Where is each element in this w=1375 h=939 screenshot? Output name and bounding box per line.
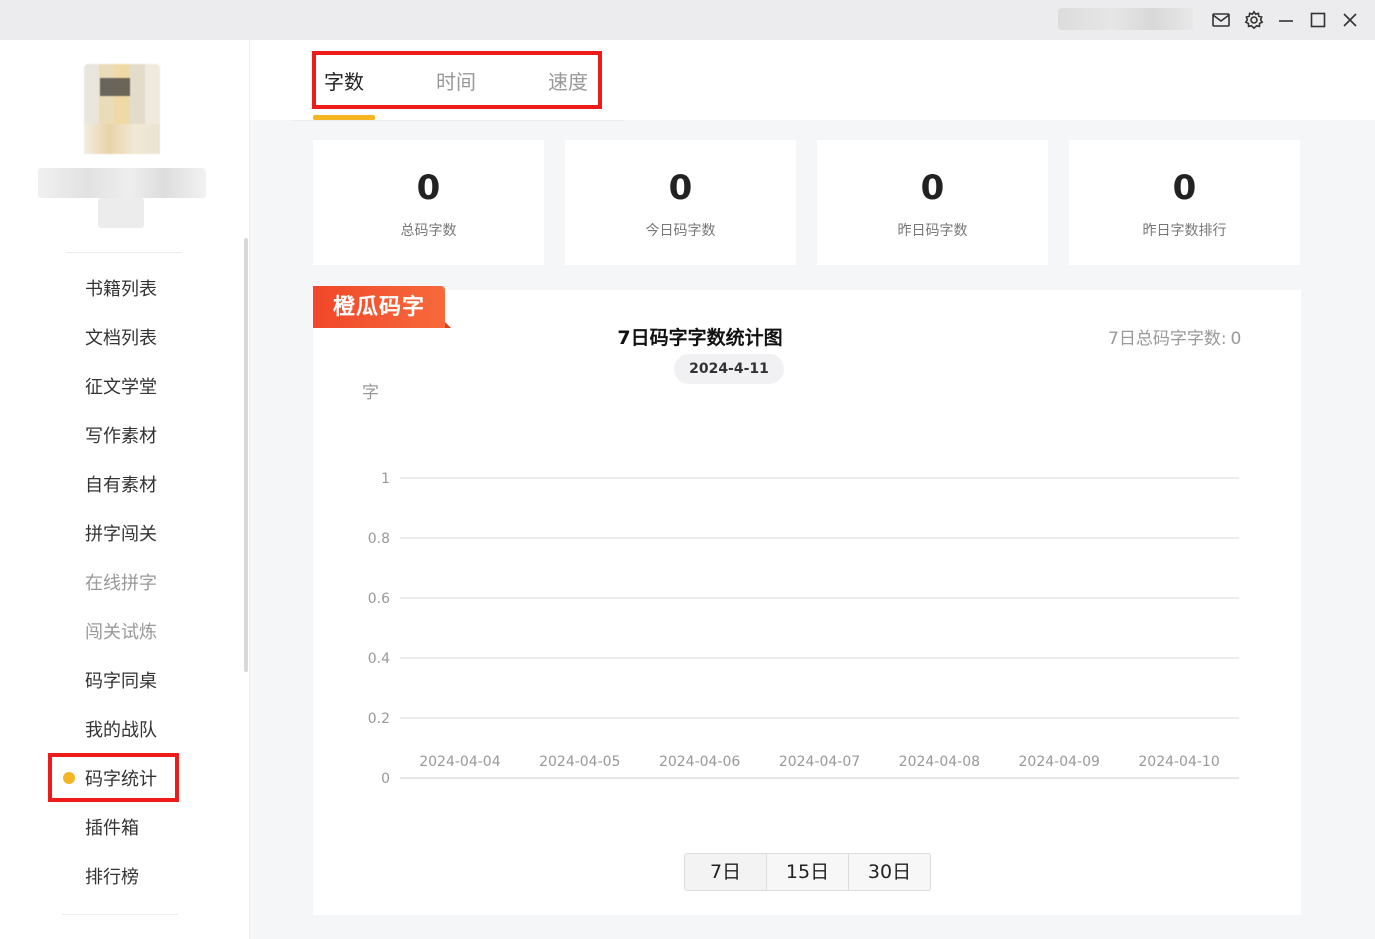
x-tick-label: 2024-04-04 <box>419 754 500 770</box>
sidebar-item-trial[interactable]: 闯关试炼 <box>85 618 157 648</box>
close-icon[interactable] <box>1338 8 1362 32</box>
x-tick-label: 2024-04-07 <box>779 754 860 770</box>
active-tab-underline <box>313 115 375 120</box>
stat-card-yesterday: 0 昨日码字数 <box>817 140 1048 265</box>
highlight-box-tabs <box>312 51 602 109</box>
sidebar-divider <box>66 252 182 253</box>
seven-day-total: 7日总码字字数: 0 <box>1108 324 1241 349</box>
sidebar-item-writing-material[interactable]: 写作素材 <box>85 422 157 452</box>
stat-card-today: 0 今日码字数 <box>565 140 796 265</box>
sidebar-item-leaderboard[interactable]: 排行榜 <box>85 863 139 893</box>
line-chart: 0 0.2 0.4 0.6 0.8 1 2024-04-04 2024-04-05 2024-0… <box>368 471 1239 787</box>
x-tick-label: 2024-04-09 <box>1019 754 1100 770</box>
stat-label: 昨日字数排行 <box>1142 223 1227 239</box>
sidebar-item-doc-list[interactable]: 文档列表 <box>85 324 157 354</box>
sidebar-scrollbar[interactable] <box>244 238 248 672</box>
stat-label: 总码字数 <box>400 223 457 239</box>
stat-value: 0 <box>1172 168 1197 208</box>
blurred-profile-extra <box>98 198 144 228</box>
sidebar-item-online-typing[interactable]: 在线拼字 <box>85 569 157 599</box>
x-tick-label: 2024-04-06 <box>659 754 740 770</box>
date-pill[interactable]: 2024-4-11 <box>674 354 784 384</box>
y-tick-label: 0.8 <box>368 531 390 547</box>
stat-value: 0 <box>416 168 441 208</box>
range-30-days-button[interactable]: 30日 <box>848 854 930 890</box>
brand-badge: 橙瓜码字 <box>313 286 451 328</box>
seven-day-total-label: 7日总码字字数: <box>1108 329 1227 349</box>
sidebar-item-plugins[interactable]: 插件箱 <box>85 814 139 844</box>
range-selector: 7日 15日 30日 <box>684 853 931 891</box>
range-15-days-button[interactable]: 15日 <box>766 854 848 890</box>
range-7-days-button[interactable]: 7日 <box>685 854 766 890</box>
sidebar-item-my-team[interactable]: 我的战队 <box>85 716 157 746</box>
maximize-icon[interactable] <box>1306 8 1330 32</box>
gear-icon[interactable] <box>1242 8 1266 32</box>
sidebar-item-contest-school[interactable]: 征文学堂 <box>85 373 157 403</box>
tabs-baseline <box>290 120 625 121</box>
stat-label: 昨日码字数 <box>897 223 968 239</box>
stat-value: 0 <box>920 168 945 208</box>
stat-card-yesterday-rank: 0 昨日字数排行 <box>1069 140 1300 265</box>
sidebar-item-own-material[interactable]: 自有素材 <box>85 471 157 501</box>
sidebar-item-desk-mate[interactable]: 码字同桌 <box>85 667 157 697</box>
avatar[interactable] <box>84 64 160 154</box>
title-bar <box>0 0 1375 40</box>
stat-card-total: 0 总码字数 <box>313 140 544 265</box>
stat-value: 0 <box>668 168 693 208</box>
seven-day-total-value: 0 <box>1230 329 1242 349</box>
sidebar-item-typing-challenge[interactable]: 拼字闯关 <box>85 520 157 550</box>
minimize-icon[interactable] <box>1274 8 1298 32</box>
stat-label: 今日码字数 <box>645 223 716 239</box>
x-tick-label: 2024-04-10 <box>1138 754 1219 770</box>
y-tick-label: 0.4 <box>368 651 390 667</box>
blurred-username <box>1058 8 1193 30</box>
blurred-profile-name <box>38 168 206 198</box>
x-tick-label: 2024-04-05 <box>539 754 620 770</box>
mail-icon[interactable] <box>1209 8 1233 32</box>
y-tick-label: 0 <box>381 771 390 787</box>
y-tick-label: 1 <box>381 471 390 487</box>
x-tick-label: 2024-04-08 <box>899 754 980 770</box>
highlight-box-nav <box>48 753 179 802</box>
chart-title: 7日码字字数统计图 <box>617 327 783 349</box>
y-tick-label: 0.6 <box>368 591 390 607</box>
sidebar-item-book-list[interactable]: 书籍列表 <box>85 275 157 305</box>
y-tick-label: 0.2 <box>368 711 390 727</box>
sidebar-divider-bottom <box>62 914 178 915</box>
